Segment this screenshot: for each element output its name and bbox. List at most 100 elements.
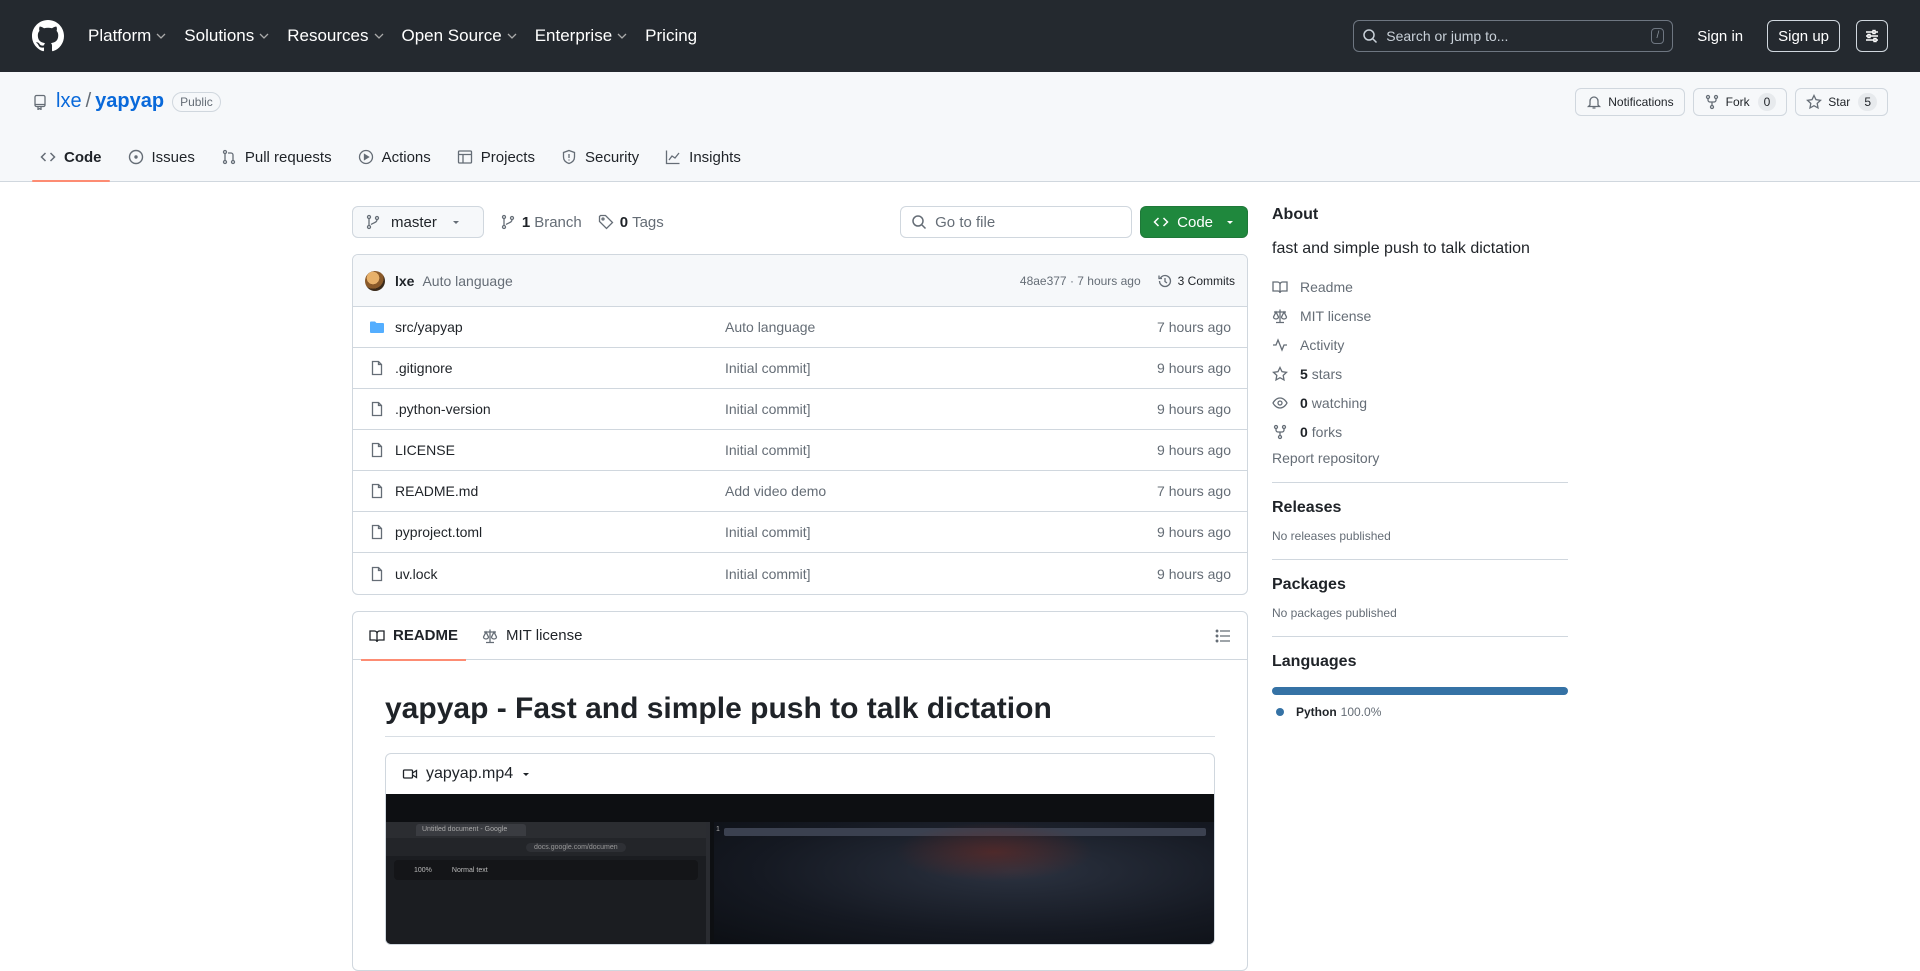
fork-button[interactable]: Fork 0: [1692, 88, 1788, 116]
tab-readme[interactable]: README: [361, 612, 467, 661]
nav-pricing[interactable]: Pricing: [645, 26, 697, 46]
sign-up-button[interactable]: Sign up: [1767, 20, 1840, 52]
global-header: Platform Solutions Resources Open Source…: [0, 0, 1920, 72]
tags-link[interactable]: 0 Tags: [598, 214, 664, 231]
tab-actions[interactable]: Actions: [350, 133, 439, 181]
file-commit-message-link[interactable]: Initial commit]: [725, 442, 1157, 458]
file-type-icon: [369, 360, 385, 376]
file-name-link[interactable]: pyproject.toml: [395, 524, 725, 540]
github-logo-icon[interactable]: [32, 20, 64, 52]
report-repository-link[interactable]: Report repository: [1272, 450, 1568, 466]
forks-link[interactable]: 0 forks: [1272, 417, 1568, 446]
tab-security[interactable]: Security: [553, 133, 647, 181]
file-commit-message-link[interactable]: Initial commit]: [725, 401, 1157, 417]
global-search-input[interactable]: Search or jump to... /: [1353, 20, 1674, 52]
repo-owner-link[interactable]: lxe: [56, 90, 82, 113]
file-commit-date[interactable]: 7 hours ago: [1157, 319, 1231, 335]
language-name: Python: [1296, 705, 1337, 719]
tab-pull-requests[interactable]: Pull requests: [213, 133, 340, 181]
file-name-link[interactable]: .gitignore: [395, 360, 725, 376]
file-commit-message-link[interactable]: Initial commit]: [725, 566, 1157, 582]
license-link[interactable]: MIT license: [1272, 301, 1568, 330]
stars-link[interactable]: 5 stars: [1272, 359, 1568, 388]
activity-link[interactable]: Activity: [1272, 330, 1568, 359]
go-to-file-input[interactable]: Go to file: [900, 206, 1133, 238]
star-icon: [1272, 365, 1288, 381]
tab-issues[interactable]: Issues: [120, 133, 203, 181]
video-header[interactable]: yapyap.mp4: [386, 754, 1214, 794]
shield-icon: [562, 149, 576, 165]
notifications-button[interactable]: Notifications: [1575, 88, 1685, 116]
header-actions: Search or jump to... / Sign in Sign up: [1353, 20, 1888, 52]
nav-open-source-label: Open Source: [401, 26, 502, 45]
stars-count: 5: [1300, 365, 1308, 382]
tab-pull-requests-label: Pull requests: [244, 148, 332, 166]
nav-solutions[interactable]: Solutions: [184, 26, 269, 46]
nav-pricing-label: Pricing: [645, 26, 698, 45]
table-row: uv.lock Initial commit] 9 hours ago: [353, 553, 1247, 594]
video-player[interactable]: Untitled document - Google docs.google.c…: [386, 794, 1214, 944]
menu-button[interactable]: [1856, 20, 1888, 52]
file-commit-message-link[interactable]: Add video demo: [725, 483, 1157, 499]
file-name-link[interactable]: src/yapyap: [395, 319, 725, 335]
law-icon: [1272, 309, 1288, 323]
repo-actions: Notifications Fork 0 Star 5: [1567, 88, 1888, 116]
search-shortcut-key: /: [1651, 28, 1665, 44]
tab-projects[interactable]: Projects: [449, 133, 543, 181]
nav-open-source[interactable]: Open Source: [402, 26, 517, 46]
branch-selector[interactable]: master: [352, 206, 484, 238]
file-commit-date[interactable]: 9 hours ago: [1157, 566, 1231, 582]
file-icon: [371, 566, 383, 581]
latest-commit-bar: lxe Auto language 48ae377 · 7 hours ago …: [353, 255, 1247, 307]
tab-license[interactable]: MIT license: [474, 612, 590, 660]
branches-link[interactable]: 1 Branch: [500, 214, 582, 231]
code-dropdown-button[interactable]: Code: [1140, 206, 1248, 238]
watchers-link[interactable]: 0 watching: [1272, 388, 1568, 417]
readme-link[interactable]: Readme: [1272, 272, 1568, 301]
video-terminal-preview: 1: [714, 822, 1214, 944]
packages-heading[interactable]: Packages: [1272, 576, 1568, 594]
video-doc-toolbar: 100% Normal text: [394, 860, 698, 880]
file-commit-date[interactable]: 9 hours ago: [1157, 524, 1231, 540]
file-commit-message-link[interactable]: Auto language: [725, 319, 1157, 335]
file-commit-date[interactable]: 9 hours ago: [1157, 360, 1231, 376]
file-name-link[interactable]: README.md: [395, 483, 725, 499]
tab-insights[interactable]: Insights: [657, 133, 749, 181]
table-row: README.md Add video demo 7 hours ago: [353, 471, 1247, 512]
star-button[interactable]: Star 5: [1795, 88, 1888, 116]
file-commit-date[interactable]: 9 hours ago: [1157, 442, 1231, 458]
book-icon: [1272, 280, 1288, 293]
language-percent: 100.0%: [1340, 705, 1382, 719]
file-icon: [371, 483, 383, 499]
file-name-link[interactable]: .python-version: [395, 401, 725, 417]
outline-button[interactable]: [1215, 628, 1231, 644]
file-name-link[interactable]: uv.lock: [395, 566, 725, 582]
tab-readme-label: README: [393, 627, 459, 644]
commit-message-link[interactable]: Auto language: [422, 273, 512, 289]
commit-author-link[interactable]: lxe: [395, 273, 414, 289]
tab-code[interactable]: Code: [32, 133, 110, 182]
releases-heading[interactable]: Releases: [1272, 499, 1568, 517]
avatar[interactable]: [365, 270, 385, 291]
file-commit-message-link[interactable]: Initial commit]: [725, 524, 1157, 540]
nav-enterprise[interactable]: Enterprise: [535, 26, 627, 46]
file-commit-message-link[interactable]: Initial commit]: [725, 360, 1157, 376]
repo-name-link[interactable]: yapyap: [95, 90, 164, 113]
file-toolbar: master 1 Branch 0 Tags Go to file Code: [352, 206, 1248, 238]
list-unordered-icon: [1215, 629, 1230, 642]
file-icon: [371, 442, 383, 458]
language-bar: [1272, 687, 1568, 695]
language-item[interactable]: Python 100.0%: [1272, 705, 1568, 719]
file-name-link[interactable]: LICENSE: [395, 442, 725, 458]
sidebar-divider: [1272, 636, 1568, 637]
file-commit-date[interactable]: 7 hours ago: [1157, 483, 1231, 499]
sign-in-link[interactable]: Sign in: [1697, 28, 1743, 45]
global-nav: Platform Solutions Resources Open Source…: [88, 26, 715, 46]
commit-hash-time[interactable]: 48ae377 · 7 hours ago: [1020, 274, 1141, 288]
nav-resources[interactable]: Resources: [287, 26, 383, 46]
nav-platform[interactable]: Platform: [88, 26, 166, 46]
commits-history-link[interactable]: 3 Commits: [1157, 273, 1235, 289]
file-icon: [371, 524, 383, 540]
sidebar-divider: [1272, 559, 1568, 560]
file-commit-date[interactable]: 9 hours ago: [1157, 401, 1231, 417]
